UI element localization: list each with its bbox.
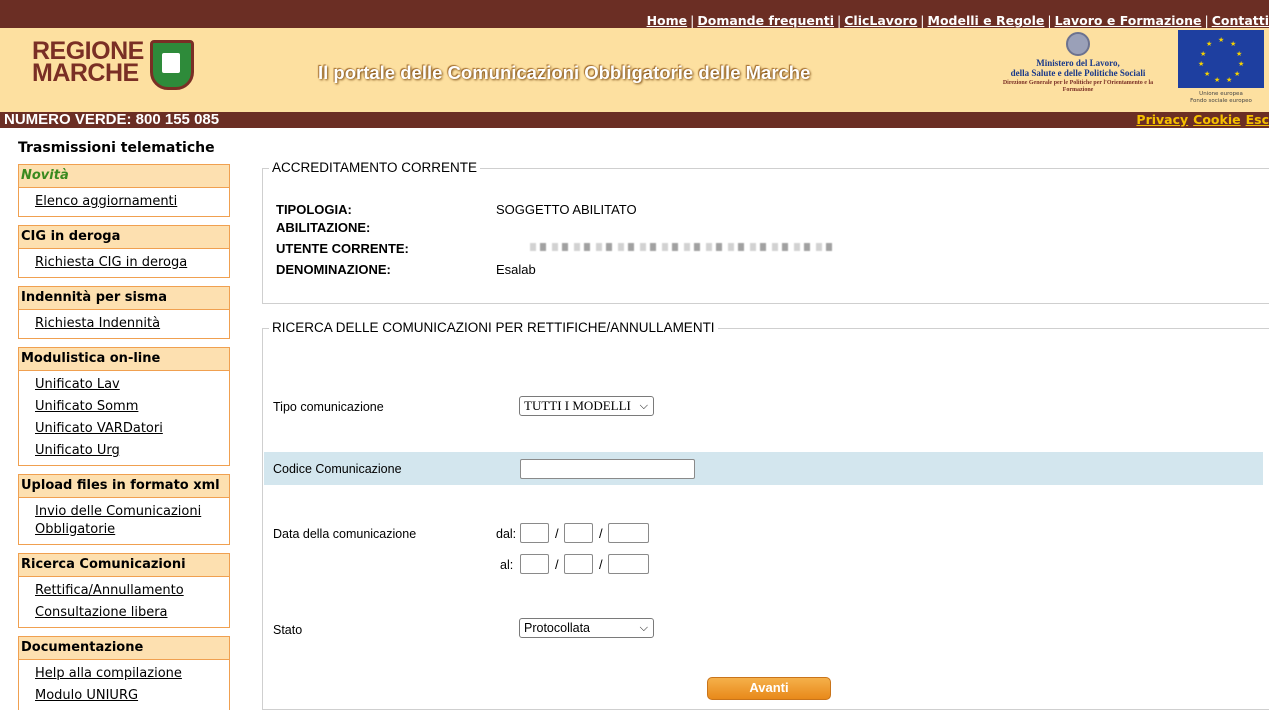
- sidebar-section-header: Indennità per sisma: [19, 287, 229, 310]
- sidebar-item-help-compilazione[interactable]: Help alla compilazione: [35, 663, 229, 685]
- link-home[interactable]: Home: [647, 13, 688, 28]
- sidebar-section-header: Modulistica on-line: [19, 348, 229, 371]
- sidebar-section-header: Ricerca Comunicazioni: [19, 554, 229, 577]
- al-label: al:: [500, 558, 514, 572]
- sidebar-section-upload-xml: Upload files in formato xml Invio delle …: [18, 474, 230, 545]
- date-separator: /: [599, 557, 603, 572]
- link-esci[interactable]: Esc: [1246, 112, 1269, 127]
- utente-corrente-label: UTENTE CORRENTE:: [276, 241, 409, 256]
- sidebar-section-cig-in-deroga: CIG in deroga Richiesta CIG in deroga: [18, 225, 230, 278]
- sidebar-item-modulo-uniurg[interactable]: Modulo UNIURG: [35, 685, 229, 707]
- sidebar-section-header: CIG in deroga: [19, 226, 229, 249]
- dal-day-input[interactable]: [520, 523, 549, 543]
- stato-label: Stato: [273, 623, 303, 637]
- dal-year-input[interactable]: [608, 523, 649, 543]
- sidebar-item-unificato-vardatori[interactable]: Unificato VARDatori: [35, 418, 229, 440]
- abilitazione-label: ABILITAZIONE:: [276, 220, 371, 235]
- sidebar-section-novita: Novità Elenco aggiornamenti: [18, 164, 230, 217]
- tipologia-value: SOGGETTO ABILITATO: [496, 202, 637, 217]
- sidebar-title: Trasmissioni telematiche: [18, 140, 215, 156]
- secondary-links: Privacy Cookie Esc: [1131, 112, 1269, 127]
- shield-icon: [150, 40, 194, 90]
- sidebar-item-unificato-somm[interactable]: Unificato Somm: [35, 396, 229, 418]
- codice-comunicazione-row: [264, 452, 1263, 485]
- sidebar-item-richiesta-cig[interactable]: Richiesta CIG in deroga: [35, 252, 229, 274]
- link-cookie[interactable]: Cookie: [1193, 112, 1240, 127]
- sidebar-item-consultazione-libera[interactable]: Consultazione libera: [35, 602, 229, 624]
- dal-label: dal:: [496, 527, 517, 541]
- accreditamento-legend: ACCREDITAMENTO CORRENTE: [269, 160, 481, 175]
- portal-title: Il portale delle Comunicazioni Obbligato…: [318, 62, 811, 83]
- ministry-logo: Ministero del Lavoro, della Salute e del…: [988, 32, 1168, 104]
- sidebar-item-rettifica-annullamento[interactable]: Rettifica/Annullamento: [35, 580, 229, 602]
- dal-month-input[interactable]: [564, 523, 593, 543]
- eu-caption: Unione europea Fondo sociale europeo: [1190, 91, 1252, 104]
- tipo-comunicazione-select[interactable]: TUTTI I MODELLI ⌵: [519, 396, 654, 416]
- denominazione-label: DENOMINAZIONE:: [276, 262, 391, 277]
- chevron-down-icon: ⌵: [639, 621, 648, 634]
- chevron-down-icon: ⌵: [639, 399, 648, 412]
- eu-logo: ★ ★ ★ ★ ★ ★ ★ ★ ★ ★ ★ Unione europea Fondo sociale…: [1175, 30, 1267, 110]
- sidebar-section-modulistica: Modulistica on-line Unificato Lav Unific…: [18, 347, 230, 466]
- ricerca-fieldset: RICERCA DELLE COMUNICAZIONI PER RETTIFIC…: [262, 320, 1269, 710]
- sidebar-section-documentazione: Documentazione Help alla compilazione Mo…: [18, 636, 230, 710]
- tipo-comunicazione-label: Tipo comunicazione: [273, 400, 384, 414]
- numero-verde-bar: NUMERO VERDE: 800 155 085 Privacy Cookie E…: [0, 111, 1269, 128]
- sidebar-section-header: Novità: [19, 165, 229, 188]
- sidebar-item-unificato-urg[interactable]: Unificato Urg: [35, 440, 229, 462]
- accreditamento-fieldset: ACCREDITAMENTO CORRENTE: [262, 160, 1269, 304]
- sidebar-item-invio-comunicazioni[interactable]: Invio delle Comunicazioni Obbligatorie: [35, 501, 229, 541]
- al-year-input[interactable]: [608, 554, 649, 574]
- sidebar-section-ricerca: Ricerca Comunicazioni Rettifica/Annullam…: [18, 553, 230, 628]
- link-domande-frequenti[interactable]: Domande frequenti: [697, 13, 834, 28]
- sidebar-section-header: Documentazione: [19, 637, 229, 660]
- sidebar-item-richiesta-indennita[interactable]: Richiesta Indennità: [35, 313, 229, 335]
- link-lavoro-e-formazione[interactable]: Lavoro e Formazione: [1055, 13, 1202, 28]
- denominazione-value: Esalab: [496, 262, 536, 277]
- utente-corrente-value-redacted: [530, 243, 836, 251]
- date-separator: /: [555, 526, 559, 541]
- tipologia-label: TIPOLOGIA:: [276, 202, 352, 217]
- header-banner: REGIONE MARCHE Il portale delle Comunica…: [0, 28, 1269, 112]
- sidebar-item-unificato-lav[interactable]: Unificato Lav: [35, 374, 229, 396]
- link-contatti[interactable]: Contatti: [1212, 13, 1269, 28]
- ricerca-legend: RICERCA DELLE COMUNICAZIONI PER RETTIFIC…: [269, 320, 718, 335]
- eu-flag-icon: ★ ★ ★ ★ ★ ★ ★ ★ ★ ★ ★: [1178, 30, 1264, 88]
- codice-comunicazione-input[interactable]: [520, 459, 695, 479]
- sidebar-section-indennita-sisma: Indennità per sisma Richiesta Indennità: [18, 286, 230, 339]
- ministry-directorate: Direzione Generale per le Politiche per …: [1002, 80, 1154, 93]
- ministry-name-line2: della Salute e delle Politiche Sociali: [1010, 68, 1146, 78]
- top-navigation-bar: Home | Domande frequenti | ClicLavoro | Modell…: [0, 0, 1269, 28]
- al-month-input[interactable]: [564, 554, 593, 574]
- stato-select[interactable]: Protocollata ⌵: [519, 618, 654, 638]
- ministry-name-line1: Ministero del Lavoro,: [1036, 58, 1120, 68]
- regione-marche-logo[interactable]: REGIONE MARCHE: [32, 39, 202, 100]
- logo-text-line2: MARCHE: [32, 59, 139, 87]
- link-cliclavoro[interactable]: ClicLavoro: [844, 13, 917, 28]
- data-comunicazione-label: Data della comunicazione: [273, 527, 417, 541]
- codice-comunicazione-label: Codice Comunicazione: [273, 462, 402, 476]
- sidebar-section-header: Upload files in formato xml: [19, 475, 229, 498]
- date-separator: /: [599, 526, 603, 541]
- sidebar-item-elenco-aggiornamenti[interactable]: Elenco aggiornamenti: [35, 191, 229, 213]
- top-links: Home | Domande frequenti | ClicLavoro | Modell…: [646, 13, 1269, 28]
- link-modelli-e-regole[interactable]: Modelli e Regole: [928, 13, 1045, 28]
- link-privacy[interactable]: Privacy: [1136, 112, 1188, 127]
- numero-verde: NUMERO VERDE: 800 155 085: [4, 111, 220, 128]
- al-day-input[interactable]: [520, 554, 549, 574]
- sidebar: Trasmissioni telematiche Novità Elenco a…: [18, 140, 230, 718]
- date-separator: /: [555, 557, 559, 572]
- avanti-button[interactable]: Avanti: [707, 677, 831, 700]
- republic-emblem-icon: [1066, 32, 1090, 56]
